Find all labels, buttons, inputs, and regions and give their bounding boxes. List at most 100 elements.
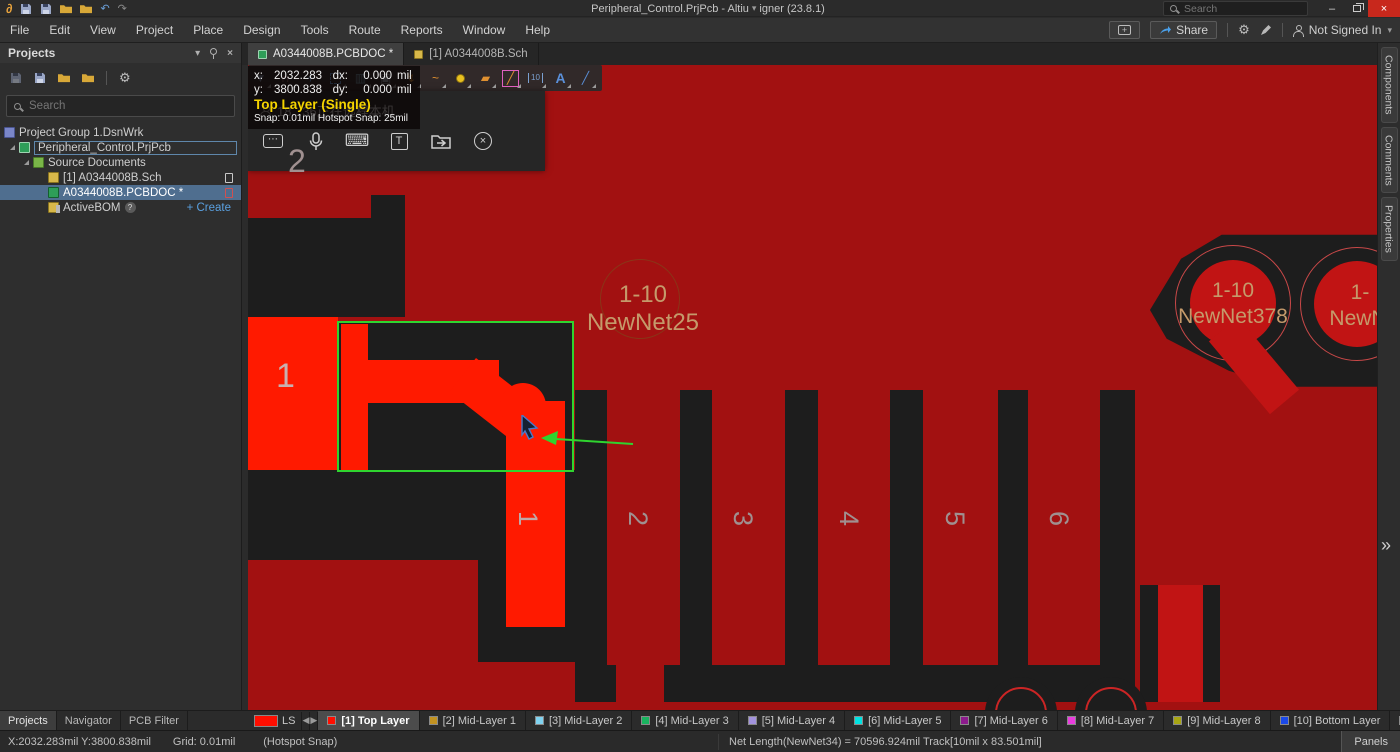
glossing-icon[interactable]: ~ <box>423 66 448 90</box>
layer-tab-mid2[interactable]: [3] Mid-Layer 2 <box>526 711 632 731</box>
trace-number: 1 <box>512 511 543 526</box>
create-link[interactable]: + Create <box>187 202 231 214</box>
string-icon[interactable]: A <box>548 66 573 90</box>
disconnect-icon[interactable]: × <box>470 128 496 154</box>
tab-comments[interactable]: Comments <box>1381 127 1398 194</box>
menu-place[interactable]: Place <box>183 18 233 43</box>
expand-icon[interactable] <box>24 160 29 165</box>
title-bar: ∂ ↶ ↷ Peripheral_Control.PrjPcb - Altiu … <box>0 0 1400 17</box>
maximize-button[interactable] <box>1346 0 1368 17</box>
save-icon[interactable] <box>20 3 32 15</box>
tab-projects[interactable]: Projects <box>0 711 57 730</box>
remote-control-icon[interactable]: ⌨ <box>344 128 370 154</box>
layer-tab-mid4[interactable]: [5] Mid-Layer 4 <box>739 711 845 731</box>
polygon-pour-icon[interactable]: ▰ <box>473 66 498 90</box>
copper-trace[interactable] <box>1028 390 1100 665</box>
menu-help[interactable]: Help <box>515 18 560 43</box>
undo-icon[interactable]: ↶ <box>100 2 109 16</box>
expand-icon[interactable] <box>10 145 15 150</box>
project-tree: Project Group 1.DsnWrk Peripheral_Contro… <box>0 125 241 215</box>
panels-button[interactable]: Panels <box>1341 731 1400 752</box>
comment-button[interactable]: + <box>1109 21 1140 39</box>
chevron-down-icon[interactable]: ▾ <box>752 3 757 14</box>
menu-view[interactable]: View <box>80 18 126 43</box>
layer-tab-mid6[interactable]: [7] Mid-Layer 6 <box>951 711 1057 731</box>
tab-components[interactable]: Components <box>1381 47 1398 123</box>
scroll-left-icon[interactable]: ◀ <box>302 712 310 730</box>
copper-trace[interactable] <box>818 390 890 665</box>
menu-reports[interactable]: Reports <box>391 18 453 43</box>
tree-item-workspace[interactable]: Project Group 1.DsnWrk <box>0 125 241 140</box>
compile-icon[interactable] <box>34 72 46 84</box>
save-all-icon[interactable] <box>40 3 52 15</box>
tree-item-activebom[interactable]: ActiveBOM ? + Create <box>0 200 241 215</box>
text-tool-icon[interactable]: T <box>386 128 412 154</box>
dimension-icon[interactable]: 10 <box>523 66 548 90</box>
chat-icon[interactable]: ⋯ <box>260 128 286 154</box>
layer-tab-mechanical1[interactable]: Mechanical 1 <box>1390 711 1400 731</box>
tab-schdoc[interactable]: [1] A0344008B.Sch <box>404 43 538 65</box>
help-icon[interactable]: ? <box>125 202 136 213</box>
global-search-input[interactable] <box>1182 2 1282 16</box>
copper-trace[interactable] <box>712 390 785 665</box>
share-button[interactable]: Share <box>1150 21 1217 39</box>
redo-icon[interactable]: ↷ <box>118 2 127 16</box>
sign-in-button[interactable]: Not Signed In ▾ <box>1293 23 1392 37</box>
microphone-icon[interactable] <box>302 128 328 154</box>
tab-navigator[interactable]: Navigator <box>57 711 121 730</box>
trace-number: 2 <box>622 511 653 526</box>
tree-item-pcb-doc[interactable]: A0344008B.PCBDOC * <box>0 185 241 200</box>
menu-file[interactable]: File <box>0 18 39 43</box>
copper-trace[interactable] <box>923 390 998 665</box>
open-project-icon[interactable] <box>80 3 92 15</box>
minimize-button[interactable]: – <box>1318 0 1346 17</box>
pad-number: 1 <box>276 357 295 396</box>
layer-tab-mid5[interactable]: [6] Mid-Layer 5 <box>845 711 951 731</box>
layer-tab-bottom[interactable]: [10] Bottom Layer <box>1271 711 1391 731</box>
measure-icon[interactable]: ╱ <box>498 66 523 90</box>
layer-tab-mid7[interactable]: [8] Mid-Layer 7 <box>1058 711 1164 731</box>
schematic-doc-icon <box>48 172 59 183</box>
open-icon[interactable] <box>60 3 72 15</box>
projects-search[interactable] <box>6 95 235 117</box>
customize-pen-icon[interactable] <box>1260 24 1272 36</box>
menu-tools[interactable]: Tools <box>291 18 339 43</box>
via-icon[interactable] <box>448 66 473 90</box>
menu-project[interactable]: Project <box>126 18 183 43</box>
tab-pcbdoc[interactable]: A0344008B.PCBDOC * <box>248 43 404 65</box>
tab-properties[interactable]: Properties <box>1381 197 1398 261</box>
save-project-icon[interactable] <box>10 72 22 84</box>
menu-design[interactable]: Design <box>233 18 290 43</box>
tree-item-sch-doc[interactable]: [1] A0344008B.Sch <box>0 170 241 185</box>
panel-close-icon[interactable]: × <box>227 48 233 59</box>
pin-icon[interactable] <box>210 48 217 59</box>
tree-item-project[interactable]: Peripheral_Control.PrjPcb <box>0 140 241 155</box>
line-icon[interactable]: ╱ <box>573 66 598 90</box>
global-search[interactable] <box>1163 1 1308 16</box>
layer-sets-button[interactable]: LS <box>248 712 302 730</box>
tree-item-source-documents[interactable]: Source Documents <box>0 155 241 170</box>
menu-edit[interactable]: Edit <box>39 18 80 43</box>
collapse-popup-icon[interactable]: » <box>1381 535 1391 556</box>
divider <box>106 71 107 85</box>
menu-route[interactable]: Route <box>339 18 391 43</box>
open-folder-icon[interactable] <box>58 72 70 84</box>
settings-gear-icon[interactable]: ⚙ <box>1238 22 1250 38</box>
file-transfer-icon[interactable] <box>428 128 454 154</box>
layer-tab-mid8[interactable]: [9] Mid-Layer 8 <box>1164 711 1270 731</box>
search-icon <box>14 103 21 110</box>
cursor-x: 2032.283 <box>268 69 322 83</box>
layer-tab-top[interactable]: [1] Top Layer <box>318 711 419 731</box>
panel-settings-gear-icon[interactable]: ⚙ <box>119 70 131 86</box>
pcb-project-icon <box>19 142 30 153</box>
layer-tab-mid1[interactable]: [2] Mid-Layer 1 <box>420 711 526 731</box>
pcb-canvas[interactable]: 1-10 NewNet25 1-10 NewNet378 1- NewN 2 1… <box>248 65 1377 710</box>
folder-settings-icon[interactable] <box>82 72 94 84</box>
layer-tab-mid3[interactable]: [4] Mid-Layer 3 <box>632 711 738 731</box>
scroll-right-icon[interactable]: ▶ <box>310 712 318 730</box>
tab-pcb-filter[interactable]: PCB Filter <box>121 711 188 730</box>
menu-window[interactable]: Window <box>453 18 516 43</box>
close-button[interactable]: × <box>1368 0 1400 17</box>
panel-dropdown-icon[interactable]: ▾ <box>195 48 200 59</box>
projects-search-input[interactable] <box>27 99 207 113</box>
